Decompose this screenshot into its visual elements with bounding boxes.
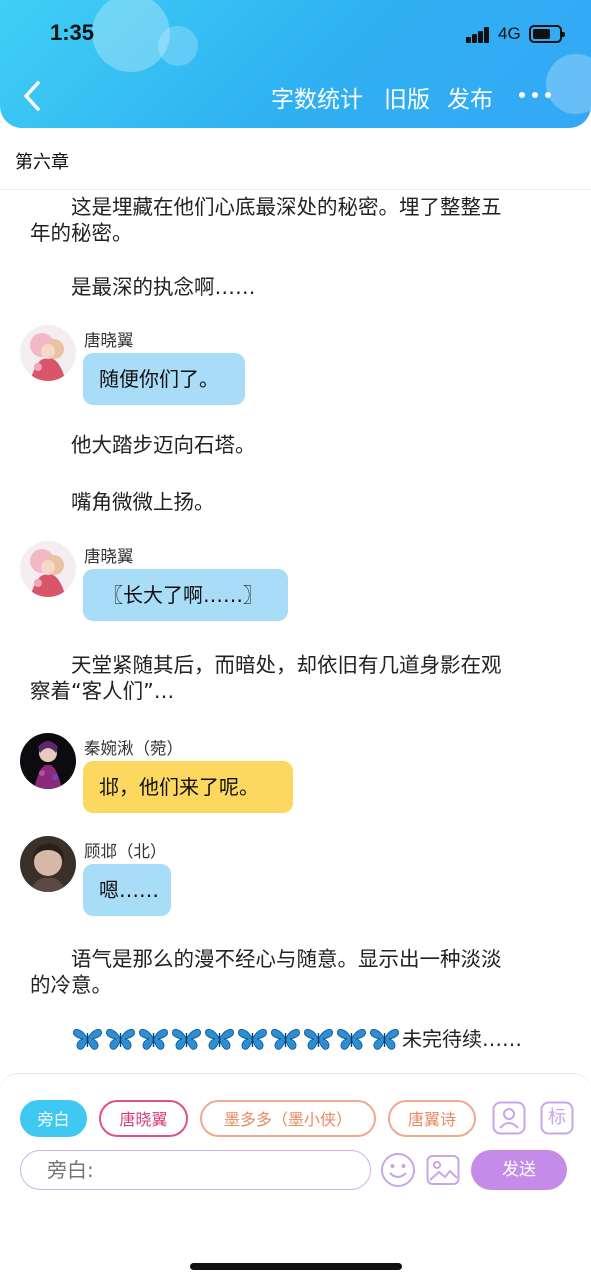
narration-paragraph: 是最深的执念啊…… (71, 275, 256, 299)
more-button[interactable] (519, 90, 553, 100)
avatar[interactable] (20, 733, 76, 789)
story-content[interactable]: 这是埋藏在他们心底最深处的秘密。埋了整整五 年的秘密。 是最深的执念啊…… 唐晓… (0, 190, 591, 1070)
speaker-name: 唐晓翼 (84, 547, 134, 566)
app-header: 1:35 4G 字数统计 旧版 发布 (0, 0, 591, 128)
character-manage-button[interactable] (492, 1101, 526, 1139)
narration-paragraph: 语气是那么的漫不经心与随意。显示出一种淡淡 的冷意。 (30, 947, 502, 997)
butterfly-icon (72, 1027, 103, 1051)
chat-bubble[interactable]: 随便你们了。 (83, 353, 245, 405)
butterfly-icon (336, 1027, 367, 1051)
network-label: 4G (498, 24, 521, 43)
butterfly-row (72, 1027, 402, 1051)
home-indicator (190, 1263, 402, 1270)
chapter-bar: 第六章 (0, 128, 591, 190)
butterfly-icon (237, 1027, 268, 1051)
narration-paragraph: 天堂紧随其后，而暗处，却依旧有几道身影在观 察着“客人们”… (30, 653, 502, 703)
role-chip-tang-yishi[interactable]: 唐翼诗 (388, 1100, 476, 1137)
avatar[interactable] (20, 836, 76, 892)
word-count-button[interactable]: 字数统计 (271, 80, 363, 114)
butterfly-icon (270, 1027, 301, 1051)
nav-bar: 字数统计 旧版 发布 (0, 70, 591, 124)
image-button[interactable] (426, 1153, 460, 1191)
send-button[interactable]: 发送 (471, 1150, 567, 1190)
speaker-name: 秦婉湫（菀） (84, 739, 183, 758)
emoji-icon (381, 1153, 415, 1187)
butterfly-icon (369, 1027, 400, 1051)
narration-paragraph: 嘴角微微上扬。 (71, 490, 215, 514)
avatar-image-pink (20, 325, 76, 381)
role-chip-mo-duoduo[interactable]: 墨多多（墨小侠） (200, 1100, 376, 1137)
avatar-image-pink (20, 541, 76, 597)
avatar[interactable] (20, 541, 76, 597)
butterfly-icon (204, 1027, 235, 1051)
chat-bubble[interactable]: 嗯…… (83, 864, 171, 916)
message-input[interactable] (20, 1150, 371, 1190)
butterfly-icon (303, 1027, 334, 1051)
publish-button[interactable]: 发布 (447, 80, 493, 114)
speaker-name: 顾邶（北） (84, 842, 167, 861)
bottom-panel: 旁白 唐晓翼 墨多多（墨小侠） 唐翼诗 标 发送 (0, 1073, 591, 1280)
chapter-title[interactable]: 第六章 (15, 148, 69, 174)
avatar-image-dark (20, 733, 76, 789)
mark-label: 标 (548, 1107, 566, 1128)
chat-bubble[interactable]: 〖长大了啊……〗 (83, 569, 288, 621)
avatar-image-boy (20, 836, 76, 892)
ending-line: 未完待续…… (72, 1026, 522, 1052)
ending-text: 未完待续…… (402, 1027, 522, 1051)
mark-button[interactable]: 标 (540, 1101, 574, 1135)
speaker-name: 唐晓翼 (84, 331, 134, 350)
emoji-button[interactable] (380, 1152, 416, 1192)
status-bar: 1:35 4G (0, 0, 591, 70)
person-icon (492, 1101, 526, 1135)
signal-icon (466, 27, 494, 43)
old-version-button[interactable]: 旧版 (384, 80, 430, 114)
chevron-left-icon (24, 81, 40, 111)
status-time: 1:35 (50, 20, 95, 45)
avatar[interactable] (20, 325, 76, 381)
narration-paragraph: 这是埋藏在他们心底最深处的秘密。埋了整整五 年的秘密。 (30, 195, 502, 245)
chat-bubble[interactable]: 邶，他们来了呢。 (83, 761, 293, 813)
role-chip-tang-xiaoyi[interactable]: 唐晓翼 (99, 1100, 188, 1137)
role-chip-narrator[interactable]: 旁白 (20, 1100, 87, 1137)
image-icon (426, 1155, 460, 1185)
back-button[interactable] (18, 78, 48, 114)
battery-icon (529, 25, 565, 43)
narration-paragraph: 他大踏步迈向石塔。 (71, 433, 256, 457)
butterfly-icon (105, 1027, 136, 1051)
butterfly-icon (171, 1027, 202, 1051)
butterfly-icon (138, 1027, 169, 1051)
